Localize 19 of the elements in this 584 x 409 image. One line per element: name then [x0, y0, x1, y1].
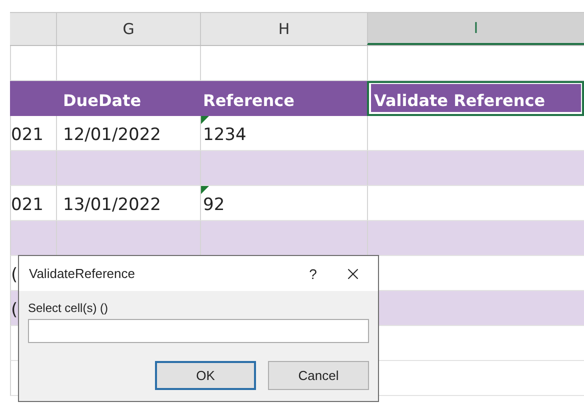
- table-cell: Reference: [203, 91, 294, 110]
- ok-button[interactable]: OK: [155, 361, 256, 390]
- cancel-button[interactable]: Cancel: [268, 361, 369, 390]
- column-header[interactable]: I: [367, 13, 584, 45]
- help-button[interactable]: ?: [288, 266, 338, 282]
- table-cell: Validate Reference: [374, 91, 546, 110]
- dialog-title: ValidateReference: [29, 266, 136, 281]
- field-label: Select cell(s) (): [28, 301, 110, 315]
- table-cell: (: [11, 265, 18, 285]
- table-cell: 92: [203, 195, 225, 215]
- selected-cell[interactable]: Validate Reference: [367, 81, 584, 116]
- input-field[interactable]: [28, 319, 369, 343]
- table-cell: 021: [11, 125, 44, 145]
- table-cell: DueDate: [63, 91, 142, 110]
- table-cell: 13/01/2022: [63, 195, 161, 215]
- table-cell: (: [11, 300, 18, 320]
- table-cell: 1234: [203, 125, 246, 145]
- table-cell: 12/01/2022: [63, 125, 161, 145]
- table-cell: 021: [11, 195, 44, 215]
